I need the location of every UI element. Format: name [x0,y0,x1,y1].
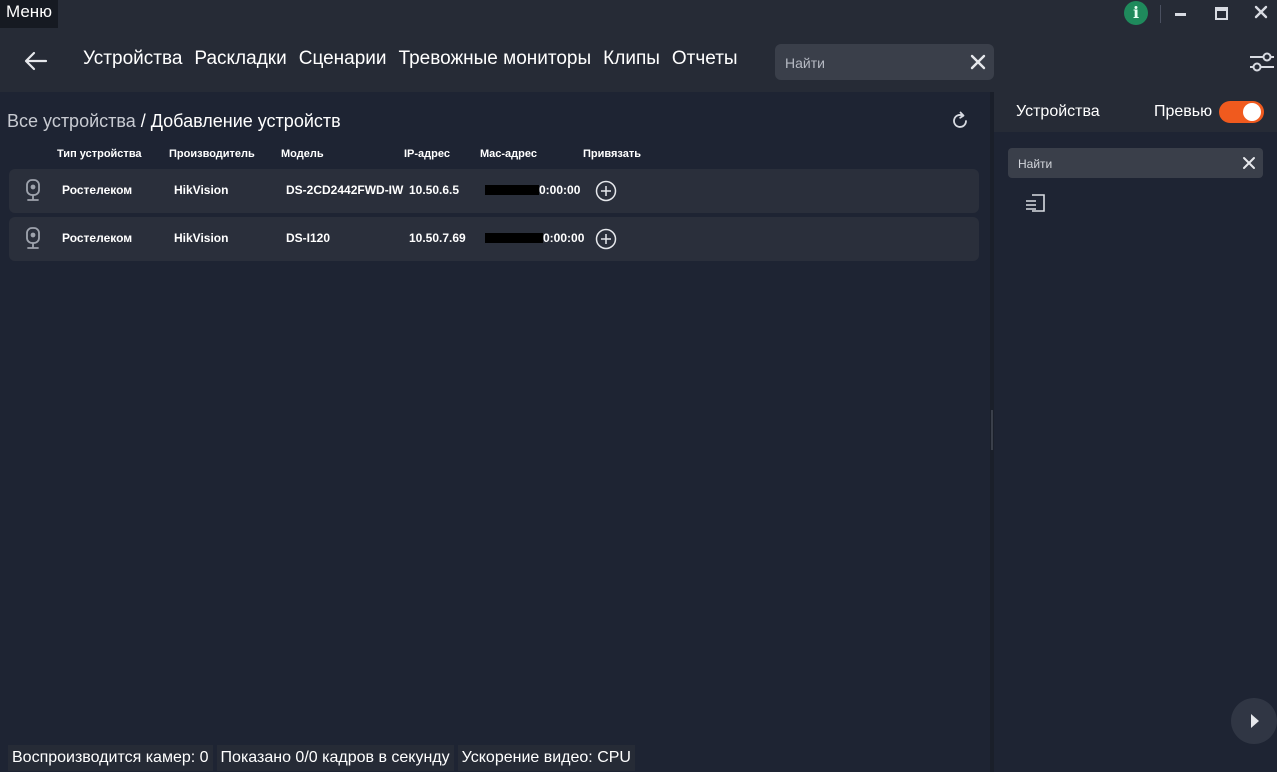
tab-reports[interactable]: Отчеты [672,48,738,70]
table-row[interactable]: Ростелеком HikVision DS-2CD2442FWD-IW 10… [9,169,979,213]
camera-icon [25,227,41,251]
add-device-icon[interactable] [595,180,617,202]
info-icon[interactable]: i [1124,1,1148,25]
tab-clips[interactable]: Клипы [603,48,660,70]
table-header: Тип устройства Производитель Модель IP-а… [0,148,990,162]
breadcrumb-current: Добавление устройств [150,111,341,131]
minimize-icon[interactable] [1166,0,1196,26]
device-mac: 0:00:00 [539,183,581,197]
main-panel: Все устройства / Добавление устройств Ти… [0,92,990,772]
titlebar-divider [1160,5,1161,23]
title-bar: Меню i [0,0,1277,28]
camera-icon [25,179,41,203]
clear-side-search-icon[interactable] [1241,155,1257,171]
close-window-icon[interactable] [1246,0,1276,26]
device-group-icon[interactable] [1024,193,1046,213]
breadcrumb-root[interactable]: Все устройства [7,111,136,131]
side-panel-header: Устройства Превью [994,92,1277,132]
mac-redacted [485,185,539,195]
expand-arrow-icon[interactable] [1231,698,1277,744]
tab-devices[interactable]: Устройства [83,48,182,70]
tab-scenarios[interactable]: Сценарии [299,48,387,70]
device-type: Ростелеком [62,183,133,197]
header-model: Модель [281,148,324,160]
header-ip: IP-адрес [404,148,450,160]
device-vendor: HikVision [174,183,229,197]
tab-layouts[interactable]: Раскладки [194,48,286,70]
status-bar: Воспроизводится камер: 0 Показано 0/0 ка… [8,745,635,771]
device-ip: 10.50.7.69 [409,231,466,245]
device-ip: 10.50.6.5 [409,183,460,197]
device-vendor: HikVision [174,231,229,245]
header-mac: Mac-адрес [480,148,537,160]
maximize-icon[interactable] [1206,0,1236,26]
header-vendor: Производитель [169,148,255,160]
nav-bar: Устройства Раскладки Сценарии Тревожные … [0,28,1277,92]
mac-redacted [485,233,543,243]
nav-tabs: Устройства Раскладки Сценарии Тревожные … [83,48,738,70]
add-device-icon[interactable] [595,228,617,250]
preview-toggle[interactable] [1219,101,1264,123]
side-panel-title: Устройства [1016,103,1100,120]
breadcrumb: Все устройства / Добавление устройств [7,111,341,132]
breadcrumb-separator: / [135,111,151,131]
status-cameras: Воспроизводится камер: 0 [8,745,213,771]
header-bind: Привязать [583,148,642,160]
status-fps: Показано 0/0 кадров в секунду [216,745,454,771]
refresh-icon[interactable] [949,110,971,132]
devices-side-panel: Устройства Превью [994,92,1277,772]
back-arrow-icon[interactable] [20,45,52,77]
side-search-box [1008,148,1263,180]
preview-label: Превью [1154,103,1213,120]
search-box [775,44,994,82]
header-device-type: Тип устройства [57,148,142,160]
device-type: Ростелеком [62,231,133,245]
search-input[interactable] [783,44,967,82]
tab-alarm-monitors[interactable]: Тревожные мониторы [399,48,592,70]
table-row[interactable]: Ростелеком HikVision DS-I120 10.50.7.69 … [9,217,979,261]
status-acceleration: Ускорение видео: CPU [457,745,635,771]
clear-search-icon[interactable] [968,52,988,72]
device-model: DS-I120 [286,231,331,245]
menu-button[interactable]: Меню [0,0,58,28]
device-model: DS-2CD2442FWD-IW [286,183,404,197]
device-mac: 0:00:00 [543,231,585,245]
filter-settings-icon[interactable] [1248,50,1276,74]
side-search-input[interactable] [1016,148,1230,180]
